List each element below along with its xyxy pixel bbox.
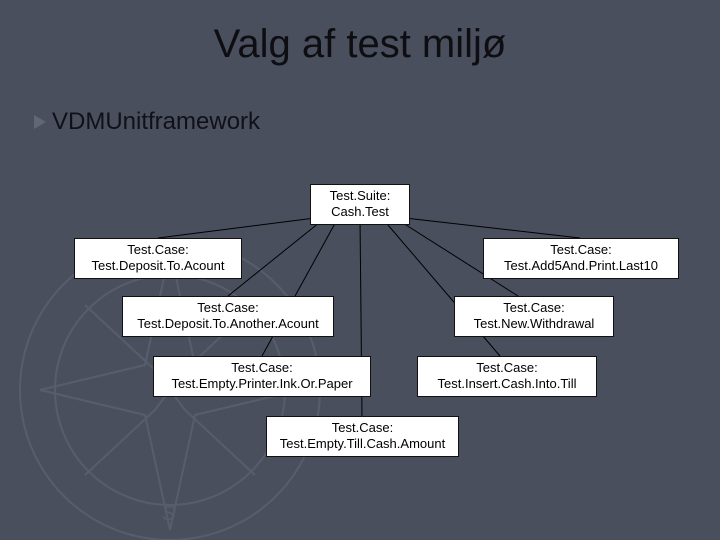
diagram: Test.Suite: Cash.Test Test.Case: Test.De… [0, 0, 720, 540]
node-label: Test.New.Withdrawal [461, 316, 607, 332]
node-label: Test.Empty.Till.Cash.Amount [273, 436, 452, 452]
node-label: Test.Add5And.Print.Last10 [490, 258, 672, 274]
node-tc-insert-cash: Test.Case: Test.Insert.Cash.Into.Till [417, 356, 597, 397]
node-label: Test.Case: [490, 242, 672, 258]
node-tc-new-withdrawal: Test.Case: Test.New.Withdrawal [454, 296, 614, 337]
node-label: Test.Case: [273, 420, 452, 436]
node-tc-empty-till: Test.Case: Test.Empty.Till.Cash.Amount [266, 416, 459, 457]
node-tc-empty-printer: Test.Case: Test.Empty.Printer.Ink.Or.Pap… [153, 356, 371, 397]
node-label: Test.Case: [160, 360, 364, 376]
node-label: Test.Case: [424, 360, 590, 376]
node-tc-deposit-another: Test.Case: Test.Deposit.To.Another.Acoun… [122, 296, 334, 337]
node-label: Test.Case: [461, 300, 607, 316]
node-label: Test.Case: [81, 242, 235, 258]
node-suite: Test.Suite: Cash.Test [310, 184, 410, 225]
node-label: Test.Case: [129, 300, 327, 316]
node-tc-deposit: Test.Case: Test.Deposit.To.Acount [74, 238, 242, 279]
node-label: Test.Suite: [317, 188, 403, 204]
node-label: Test.Deposit.To.Another.Acount [129, 316, 327, 332]
node-tc-add5: Test.Case: Test.Add5And.Print.Last10 [483, 238, 679, 279]
node-label: Cash.Test [317, 204, 403, 220]
node-label: Test.Deposit.To.Acount [81, 258, 235, 274]
node-label: Test.Insert.Cash.Into.Till [424, 376, 590, 392]
node-label: Test.Empty.Printer.Ink.Or.Paper [160, 376, 364, 392]
